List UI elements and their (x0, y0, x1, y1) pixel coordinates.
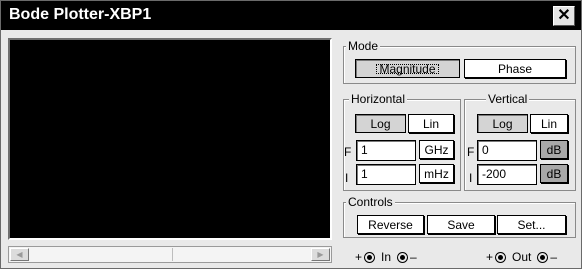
horizontal-initial-label: I (345, 171, 349, 185)
scroll-right-button[interactable]: ▶ (311, 248, 330, 261)
input-minus-sign: – (410, 250, 417, 264)
scroll-left-button[interactable]: ◀ (10, 248, 29, 261)
vertical-final-label: F (467, 145, 475, 159)
magnitude-button[interactable]: Magnitude (355, 59, 460, 78)
output-minus-terminal-icon[interactable] (537, 251, 549, 263)
input-plus-sign: + (355, 250, 363, 264)
arrow-right-icon: ▶ (317, 250, 324, 259)
arrow-left-icon: ◀ (16, 250, 23, 259)
input-plus-terminal-icon[interactable] (364, 251, 376, 263)
close-icon: ✕ (557, 7, 571, 24)
input-terminals: + In – (355, 250, 417, 264)
horizontal-initial-unit[interactable]: mHz (419, 164, 454, 183)
vertical-initial-label: I (469, 171, 473, 185)
window-title: Bode Plotter-XBP1 (9, 6, 152, 23)
close-button[interactable]: ✕ (553, 6, 575, 26)
phase-button[interactable]: Phase (464, 59, 566, 78)
vertical-initial-unit[interactable]: dB (540, 164, 568, 183)
save-button[interactable]: Save (427, 215, 495, 234)
horizontal-final-input[interactable]: 1 (356, 140, 416, 161)
mode-legend: Mode (346, 39, 381, 53)
horizontal-lin-button[interactable]: Lin (408, 114, 454, 133)
output-terminals: + Out – (486, 250, 557, 264)
input-label: In (381, 250, 392, 264)
output-plus-sign: + (486, 250, 494, 264)
horizontal-initial-input[interactable]: 1 (356, 164, 416, 185)
output-label: Out (512, 250, 532, 264)
horizontal-log-button[interactable]: Log (355, 114, 406, 133)
reverse-button[interactable]: Reverse (357, 215, 424, 234)
vertical-final-input[interactable]: 0 (477, 140, 537, 161)
vertical-initial-input[interactable]: -200 (477, 164, 537, 185)
horizontal-final-unit[interactable]: GHz (419, 140, 454, 159)
vertical-final-unit[interactable]: dB (540, 140, 568, 159)
output-minus-sign: – (550, 250, 558, 264)
vertical-legend: Vertical (486, 92, 530, 106)
set-button[interactable]: Set... (497, 215, 566, 234)
output-plus-terminal-icon[interactable] (495, 251, 507, 263)
controls-legend: Controls (346, 195, 395, 209)
vertical-lin-button[interactable]: Lin (530, 114, 568, 133)
vertical-log-button[interactable]: Log (477, 114, 528, 133)
horizontal-final-label: F (344, 145, 352, 159)
plot-display[interactable] (8, 38, 332, 240)
plot-scrollbar[interactable]: ◀ ▶ (8, 246, 332, 263)
input-minus-terminal-icon[interactable] (397, 251, 409, 263)
magnitude-label: Magnitude (373, 61, 441, 77)
horizontal-legend: Horizontal (349, 92, 408, 106)
scroll-cursor-marker[interactable] (172, 248, 173, 261)
